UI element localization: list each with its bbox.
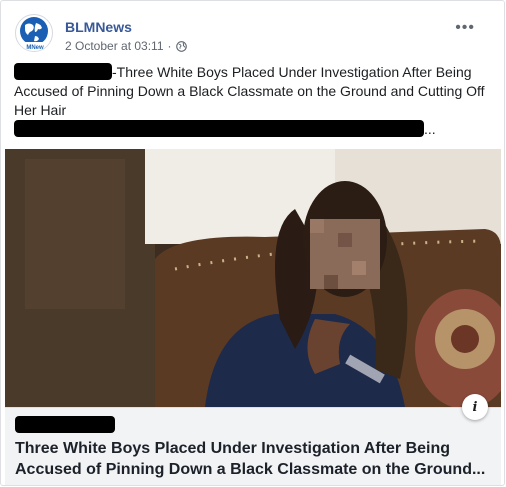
link-title[interactable]: Three White Boys Placed Under Investigat… [15,438,495,480]
redaction-bar [15,416,115,433]
author-name[interactable]: BLMNews [65,19,132,35]
video-still-image [5,149,501,407]
post-text-ellipsis: ... [424,121,436,137]
post-header: MNew BLMNews 2 October at 03:11 · ••• [15,11,490,55]
page-avatar[interactable]: MNew [15,14,53,52]
globe-logo-icon: MNew [16,17,52,51]
meta-separator: · [167,39,172,53]
avatar-text: MNew [26,45,44,51]
timestamp-link[interactable]: 2 October at 03:11 [65,39,164,53]
more-options-button[interactable]: ••• [455,20,475,36]
redaction-bar [14,120,424,137]
post-meta: 2 October at 03:11 · [65,39,187,53]
post-card: MNew BLMNews 2 October at 03:11 · ••• -T… [0,0,505,486]
info-icon[interactable]: i [462,394,488,420]
globe-icon[interactable] [175,40,187,52]
redaction-bar [14,63,112,80]
post-text: -Three White Boys Placed Under Investiga… [14,63,494,139]
post-image[interactable] [5,149,501,407]
link-preview[interactable]: Three White Boys Placed Under Investigat… [5,407,501,485]
